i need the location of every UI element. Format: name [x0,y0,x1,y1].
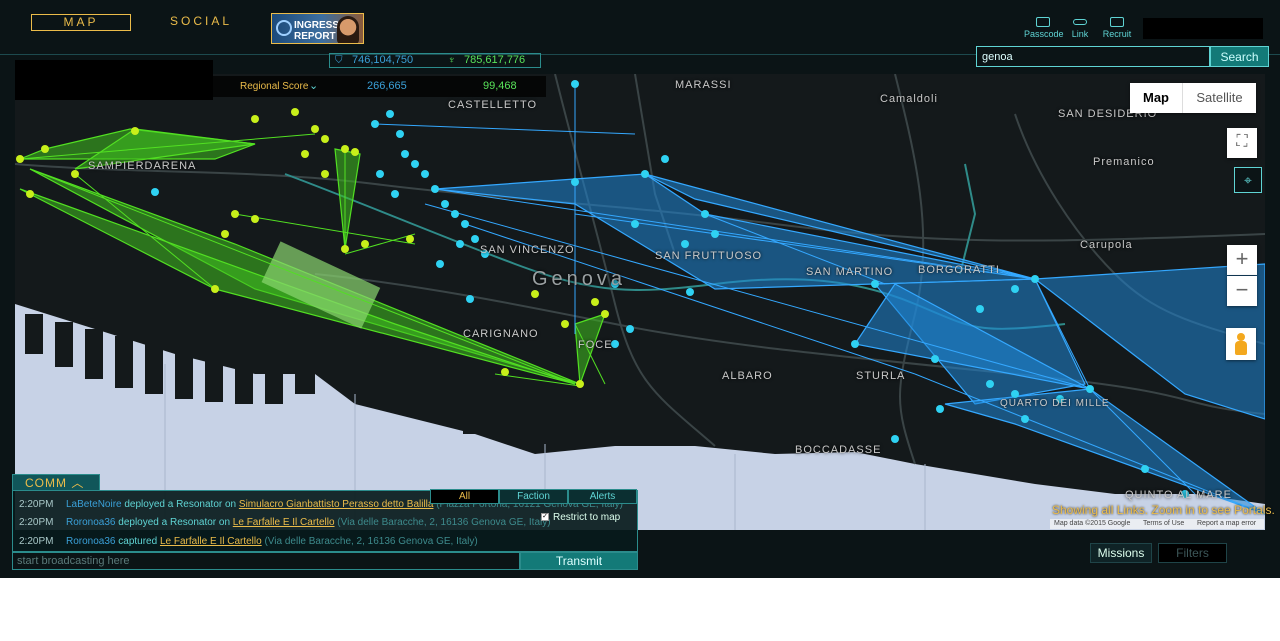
map-label-boccadasse: BOCCADASSE [795,444,882,456]
map-label-san-fruttuoso: SAN FRUTTUOSO [655,250,763,262]
fullscreen-button[interactable]: ⛶ [1227,128,1257,158]
agent-portrait-icon [337,16,359,43]
resistance-faction-icon: ⛉ [335,55,343,66]
map-label-san-vincenzo: SAN VINCENZO [480,244,575,256]
comm-portal-link[interactable]: Le Farfalle E Il Cartello [160,536,262,547]
map-label-camaldoli: Camaldoli [880,93,938,105]
comm-toggle[interactable]: COMM ︿ [12,474,100,491]
comm-address: (Via delle Baracche, 2, 16136 Genova GE,… [261,536,478,547]
comm-title: COMM [25,476,67,490]
global-score-enlightened: 785,617,776 [464,54,526,66]
intel-map-app: MAP SOCIAL INGRESS REPORT Passcode Link … [0,0,1280,578]
recruit-icon [1110,17,1124,27]
broadcast-input[interactable]: start broadcasting here [12,552,520,570]
regional-score-label: Regional Score [240,81,309,92]
map-label-borgoratti: BORGORATTI [918,264,1000,276]
zoom-in-button[interactable]: + [1227,245,1257,275]
search-button[interactable]: Search [1210,46,1269,67]
comm-action: deployed a Resonator on [121,499,239,510]
player-stats-redacted [15,60,213,100]
report-map-error-link[interactable]: Report a map error [1197,519,1256,529]
report-title-line1: INGRESS [294,20,340,31]
comm-time: 2:20PM [19,536,54,547]
passcode-button[interactable]: Passcode [1024,17,1064,39]
map-label-quinto-al-mare: QUINTO AL MARE [1125,489,1232,501]
map-label-sturla: STURLA [856,370,906,382]
comm-address: (Via delle Baracche, 2, 16136 Genova GE,… [334,517,551,528]
comm-tab-faction[interactable]: Faction [499,489,568,504]
map-label-san-martino: SAN MARTINO [806,266,894,278]
map-label-carignano: CARIGNANO [463,328,539,340]
link-icon [1073,19,1087,25]
comm-portal-link[interactable]: Simulacro Gianbattisto Perasso detto Bal… [239,499,434,510]
ingress-report-banner[interactable]: INGRESS REPORT [271,13,364,44]
passcode-label: Passcode [1024,29,1064,39]
pegman-head [1237,333,1245,341]
map-label-foce: FOCE [578,339,613,351]
map-label-quarto-dei-mille: QUARTO DEI MILLE [1000,398,1110,409]
map-type-control: Map Satellite [1130,83,1256,113]
comm-message: 2:20PM Roronoa36 deployed a Resonator on … [19,517,551,531]
link-label: Link [1071,29,1089,39]
transmit-button[interactable]: Transmit [520,552,638,570]
map-label-premanico: Premanico [1093,156,1155,168]
comm-message: 2:20PM Roronoa36 captured Le Farfalle E I… [19,536,478,550]
chevron-up-icon: ︿ [71,476,85,490]
comm-agent[interactable]: Roronoa36 [66,517,115,528]
map-type-satellite-button[interactable]: Satellite [1182,83,1256,113]
report-title-line2: REPORT [294,31,336,42]
recruit-label: Recruit [1102,29,1132,39]
map-label-albaro: ALBARO [722,370,773,382]
comm-portal-link[interactable]: Le Farfalle E Il Cartello [233,517,335,528]
comm-time: 2:20PM [19,499,54,510]
map-links-notice: Showing all Links. Zoom in to see Portal… [1052,503,1275,517]
map-canvas[interactable] [15,74,1265,530]
restrict-label: Restrict to map [553,512,621,523]
terms-of-use-link[interactable]: Terms of Use [1143,519,1184,529]
recruit-button[interactable]: Recruit [1100,17,1134,39]
map-label-marassi: MARASSI [675,79,732,91]
comm-agent[interactable]: Roronoa36 [66,536,115,547]
comm-time: 2:20PM [19,517,54,528]
regional-score-resistance: 266,665 [367,80,407,92]
comm-agent[interactable]: LaBeteNoire [66,499,122,510]
street-view-pegman-icon[interactable] [1226,328,1256,360]
chevron-down-icon[interactable]: ⌄ [309,76,318,97]
geolocate-button[interactable]: ⌖ [1234,167,1262,193]
filters-button[interactable]: Filters [1158,543,1227,563]
restrict-to-map-toggle[interactable]: ✓ Restrict to map [541,512,620,523]
map-type-map-button[interactable]: Map [1130,83,1182,113]
map-attribution: Map data ©2015 Google Terms of Use Repor… [1050,519,1264,529]
regional-score-enlightened: 99,468 [483,80,517,92]
nav-map-tab[interactable]: MAP [31,14,131,31]
checkbox-checked-icon[interactable]: ✓ [541,513,549,522]
enlightened-faction-icon: ♆ [448,55,456,66]
ingress-logo-icon [276,20,292,36]
comm-tab-alerts[interactable]: Alerts [568,489,637,504]
global-score-bar: ⛉ 746,104,750 ♆ 785,617,776 [329,53,541,68]
comm-action: captured [115,536,160,547]
agent-name-redacted [1143,18,1263,39]
comm-tab-all[interactable]: All [430,489,499,504]
map-label-castelletto: CASTELLETTO [448,99,538,111]
pegman-body [1235,341,1247,355]
map-data-credit: Map data ©2015 Google [1054,520,1131,527]
zoom-out-button[interactable]: − [1227,276,1257,306]
intel-map[interactable] [15,74,1265,530]
link-button[interactable]: Link [1068,17,1092,39]
comm-action: deployed a Resonator on [115,517,233,528]
missions-button[interactable]: Missions [1090,543,1152,563]
location-search-input[interactable] [976,46,1210,67]
map-label-genova: Genova [532,268,627,290]
global-score-resistance: 746,104,750 [352,54,414,66]
map-label-sampierdarena: SAMPIERDARENA [88,160,197,172]
map-label-carupola: Carupola [1080,239,1133,251]
nav-social-tab[interactable]: SOCIAL [170,14,229,31]
passcode-icon [1036,17,1050,27]
regional-score-bar[interactable]: Regional Score ⌄ 266,665 99,468 [213,76,546,97]
crosshair-icon: ⌖ [1244,172,1252,188]
